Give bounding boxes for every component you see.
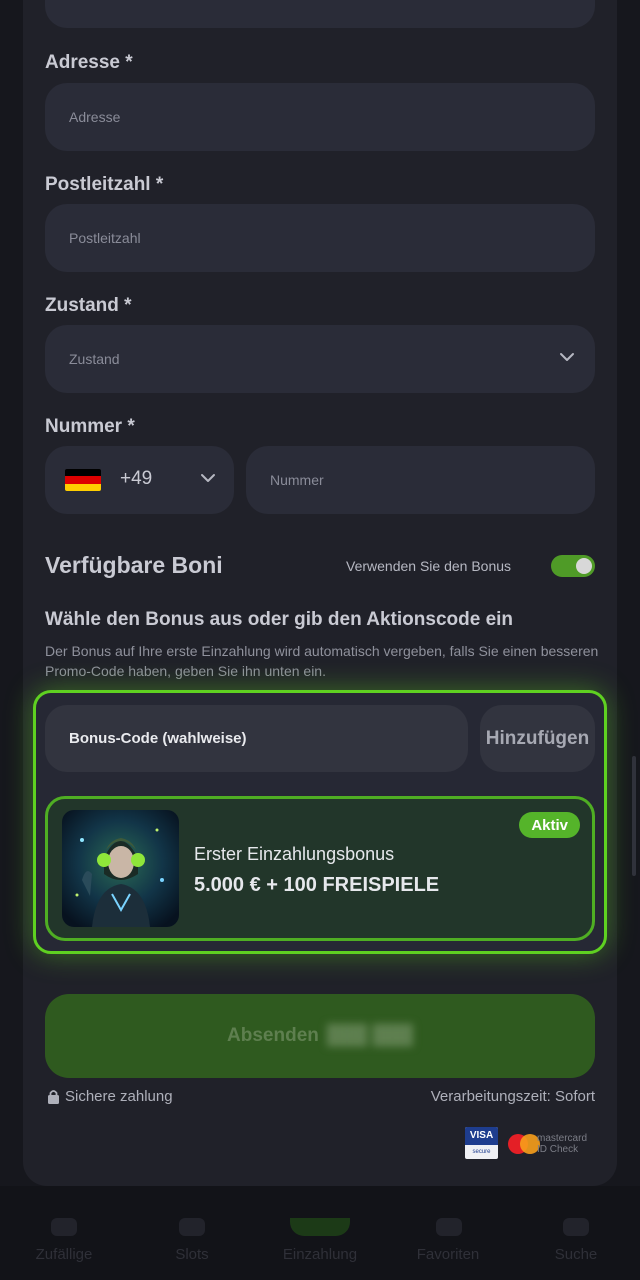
favorites-icon [436, 1218, 462, 1236]
nav-item-deposit[interactable]: Einzahlung [260, 1246, 380, 1263]
secure-label: Sichere zahlung [65, 1088, 173, 1105]
previous-field[interactable] [45, 0, 595, 28]
phone-label: Nummer * [45, 416, 135, 437]
toggle-knob [576, 558, 592, 574]
nav-item-slots[interactable]: Slots [132, 1246, 252, 1263]
nav-item-random[interactable]: Zufällige [4, 1246, 124, 1263]
chevron-down-icon [201, 474, 215, 482]
visa-logo-subtext: secure [472, 1149, 491, 1155]
bonus-value: 5.000 € + 100 FREISPIELE [194, 874, 440, 896]
postcode-input[interactable]: Postleitzahl [45, 204, 595, 272]
submit-label: Absenden [227, 1025, 319, 1046]
mastercard-text: mastercard ID Check [537, 1133, 588, 1155]
visa-logo-text: VISA [465, 1127, 498, 1145]
state-label: Zustand * [45, 295, 132, 316]
bonus-thumbnail [62, 810, 179, 927]
bonus-subtitle: Wähle den Bonus aus oder gib den Aktions… [45, 609, 514, 630]
bonus-description: Der Bonus auf Ihre erste Einzahlung wird… [45, 643, 599, 679]
address-label: Adresse * [45, 52, 133, 73]
submit-button[interactable]: Absenden ███ ███ [45, 994, 595, 1078]
search-icon [563, 1218, 589, 1236]
state-select[interactable]: Zustand [45, 325, 595, 393]
bonus-section-title: Verfügbare Boni [45, 552, 223, 578]
add-bonus-code-button[interactable]: Hinzufügen [480, 705, 595, 772]
nav-item-favorites[interactable]: Favoriten [388, 1246, 508, 1263]
state-placeholder: Zustand [69, 351, 120, 367]
postcode-placeholder: Postleitzahl [69, 230, 141, 246]
random-icon [51, 1218, 77, 1236]
bonus-code-placeholder: Bonus-Code (wahlweise) [69, 730, 247, 747]
country-code-select[interactable]: +49 [45, 446, 234, 514]
secure-payment-note: Sichere zahlung [47, 1088, 173, 1105]
deposit-icon [290, 1218, 350, 1236]
nav-item-search[interactable]: Suche [516, 1246, 636, 1263]
address-input[interactable]: Adresse [45, 83, 595, 151]
bonus-toggle-label: Verwenden Sie den Bonus [346, 558, 512, 574]
slots-icon [179, 1218, 205, 1236]
visa-logo: VISA secure [465, 1127, 498, 1159]
chevron-down-icon [560, 353, 574, 361]
bonus-card[interactable]: Aktiv Erster Einzahlungsbonus 5.000 € + … [45, 796, 595, 941]
address-placeholder: Adresse [69, 109, 121, 125]
postcode-label: Postleitzahl * [45, 174, 164, 195]
country-code: +49 [120, 468, 153, 489]
bonus-toggle[interactable] [551, 555, 595, 577]
processing-time: Verarbeitungszeit: Sofort [430, 1088, 595, 1105]
lock-icon [48, 1090, 59, 1104]
scrollbar[interactable] [632, 756, 636, 876]
bonus-code-input[interactable]: Bonus-Code (wahlweise) [45, 705, 468, 772]
phone-number-input[interactable]: Nummer [246, 446, 595, 514]
germany-flag-icon [65, 469, 101, 491]
phone-placeholder: Nummer [270, 472, 324, 488]
active-badge: Aktiv [519, 812, 580, 838]
submit-amount-blurred: ███ ███ [326, 1025, 413, 1046]
mastercard-logo: mastercard ID Check [508, 1133, 598, 1155]
bonus-name: Erster Einzahlungsbonus [194, 844, 395, 864]
